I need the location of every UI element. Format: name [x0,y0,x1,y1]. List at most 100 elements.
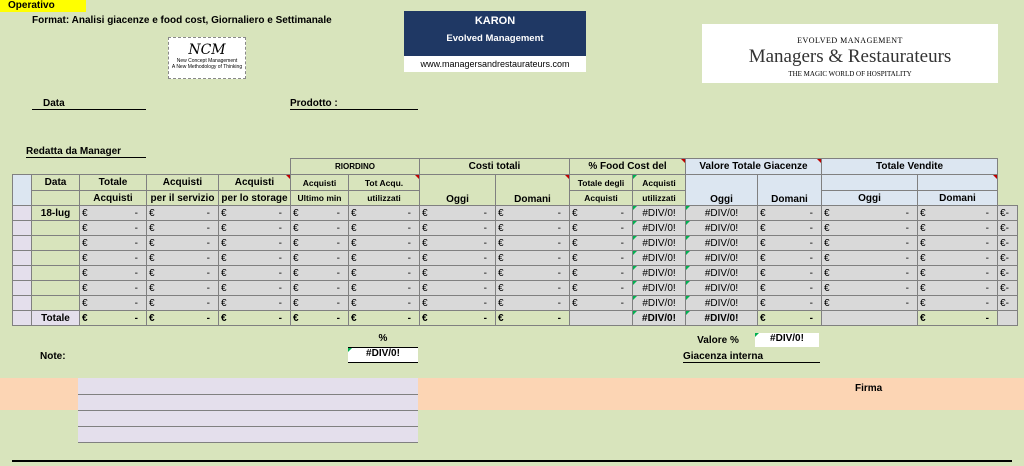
value-cell[interactable]: € - [569,235,633,251]
value-cell[interactable]: € - [917,220,998,236]
value-cell[interactable]: € - [495,205,570,221]
date-cell[interactable] [31,220,80,236]
value-cell[interactable]: € - [348,235,420,251]
value-cell[interactable]: € - [997,250,1018,266]
value-cell[interactable]: € - [79,220,147,236]
date-cell[interactable] [31,235,80,251]
value-cell[interactable]: € - [290,310,349,326]
value-cell[interactable]: € - [290,265,349,281]
value-cell[interactable]: € - [821,220,918,236]
value-cell[interactable]: € - [757,220,822,236]
value-cell[interactable]: € - [218,220,291,236]
valore-pct-value[interactable]: #DIV/0! [755,333,819,347]
value-cell[interactable]: € - [348,205,420,221]
value-cell[interactable]: € - [821,280,918,296]
value-cell[interactable]: € - [218,205,291,221]
value-cell[interactable]: #DIV/0! [632,295,686,311]
value-cell[interactable]: € - [146,250,219,266]
value-cell[interactable]: € - [290,250,349,266]
value-cell[interactable]: € - [79,265,147,281]
value-cell[interactable]: € - [419,280,496,296]
value-cell[interactable]: € - [821,250,918,266]
value-cell[interactable]: € - [79,310,147,326]
value-cell[interactable]: € - [146,295,219,311]
value-cell[interactable]: € - [290,220,349,236]
date-cell[interactable] [31,250,80,266]
value-cell[interactable]: € - [917,265,998,281]
value-cell[interactable]: #DIV/0! [685,310,758,326]
value-cell[interactable]: € - [757,235,822,251]
value-cell[interactable]: € - [997,205,1018,221]
value-cell[interactable]: € - [290,205,349,221]
value-cell[interactable]: € - [569,205,633,221]
value-cell[interactable]: € - [290,280,349,296]
date-cell[interactable]: 18-lug [31,205,80,221]
value-cell[interactable]: #DIV/0! [632,280,686,296]
value-cell[interactable]: € - [495,235,570,251]
value-cell[interactable] [821,310,918,326]
value-cell[interactable]: € - [917,295,998,311]
date-cell[interactable] [31,295,80,311]
value-cell[interactable]: € - [917,280,998,296]
value-cell[interactable]: € - [419,235,496,251]
value-cell[interactable]: € - [917,205,998,221]
value-cell[interactable]: € - [757,295,822,311]
value-cell[interactable]: € - [146,280,219,296]
value-cell[interactable]: € - [757,205,822,221]
value-cell[interactable]: € - [146,235,219,251]
value-cell[interactable]: € - [146,220,219,236]
value-cell[interactable]: € - [495,310,570,326]
value-cell[interactable]: #DIV/0! [632,220,686,236]
value-cell[interactable]: € - [348,265,420,281]
value-cell[interactable]: € - [79,295,147,311]
value-cell[interactable]: € - [419,310,496,326]
value-cell[interactable]: € - [419,250,496,266]
value-cell[interactable]: € - [218,310,291,326]
value-cell[interactable]: € - [495,220,570,236]
value-cell[interactable]: € - [146,310,219,326]
value-cell[interactable]: #DIV/0! [632,310,686,326]
value-cell[interactable]: € - [569,250,633,266]
value-cell[interactable]: #DIV/0! [685,250,758,266]
value-cell[interactable]: € - [290,295,349,311]
value-cell[interactable]: € - [997,220,1018,236]
value-cell[interactable]: € - [495,295,570,311]
value-cell[interactable]: € - [997,235,1018,251]
value-cell[interactable]: € - [348,295,420,311]
value-cell[interactable]: #DIV/0! [685,235,758,251]
value-cell[interactable]: € - [419,220,496,236]
value-cell[interactable]: € - [569,265,633,281]
value-cell[interactable]: € - [218,265,291,281]
value-cell[interactable]: € - [757,310,822,326]
value-cell[interactable]: € - [757,250,822,266]
value-cell[interactable]: € - [821,295,918,311]
value-cell[interactable]: € - [495,265,570,281]
value-cell[interactable]: #DIV/0! [632,265,686,281]
value-cell[interactable]: € - [495,250,570,266]
value-cell[interactable]: € - [290,235,349,251]
value-cell[interactable]: #DIV/0! [685,295,758,311]
value-cell[interactable]: € - [348,250,420,266]
value-cell[interactable]: € - [997,295,1018,311]
value-cell[interactable]: € - [821,265,918,281]
value-cell[interactable]: #DIV/0! [685,280,758,296]
value-cell[interactable] [569,310,633,326]
value-cell[interactable]: € - [569,280,633,296]
date-cell[interactable] [31,280,80,296]
value-cell[interactable]: € - [146,205,219,221]
value-cell[interactable]: € - [569,295,633,311]
value-cell[interactable]: #DIV/0! [632,205,686,221]
value-cell[interactable]: #DIV/0! [632,250,686,266]
value-cell[interactable]: € - [569,220,633,236]
value-cell[interactable]: € - [821,235,918,251]
date-cell[interactable] [31,265,80,281]
value-cell[interactable]: € - [757,280,822,296]
value-cell[interactable]: € - [419,205,496,221]
value-cell[interactable]: € - [146,265,219,281]
percent-value[interactable]: #DIV/0! [348,348,418,363]
value-cell[interactable]: € - [917,310,998,326]
value-cell[interactable]: € - [997,265,1018,281]
value-cell[interactable]: € - [218,235,291,251]
value-cell[interactable]: € - [757,265,822,281]
value-cell[interactable]: € - [348,280,420,296]
